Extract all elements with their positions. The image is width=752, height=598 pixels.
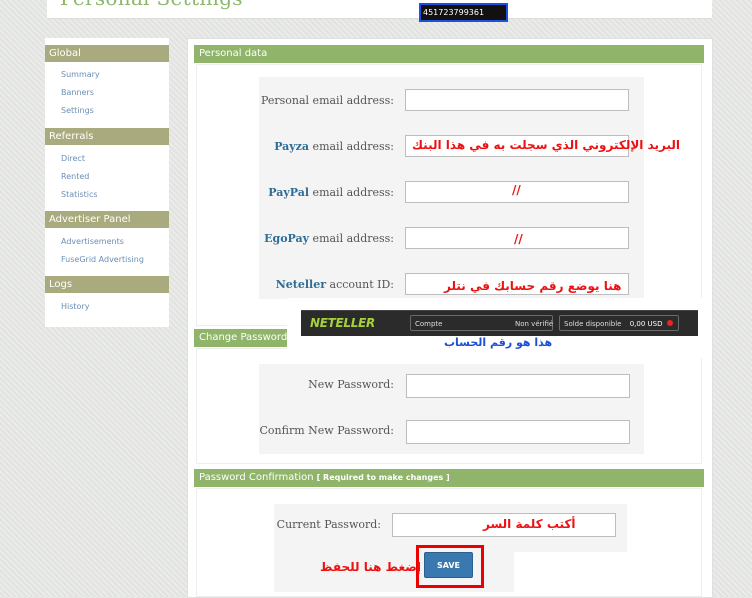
personal-email-input[interactable] bbox=[405, 89, 629, 111]
payza-annotation: البريد الإلكتروني الذي سجلت به في هذا ال… bbox=[412, 138, 681, 152]
sidebar-item-banners[interactable]: Banners bbox=[61, 88, 94, 97]
egopay-email-label: EgoPay email address: bbox=[264, 232, 394, 245]
confirm-password-label: Confirm New Password: bbox=[259, 424, 395, 437]
section-header-change-password: Change Password bbox=[194, 329, 294, 347]
personal-email-label: Personal email address: bbox=[260, 94, 394, 107]
page-title: Personal Settings bbox=[60, 0, 243, 10]
neteller-balance-pill: Solde disponible 0,00 USD bbox=[559, 315, 679, 331]
sidebar-item-rented[interactable]: Rented bbox=[61, 172, 89, 181]
neteller-id-label: Neteller account ID: bbox=[275, 278, 394, 291]
sidebar-item-direct[interactable]: Direct bbox=[61, 154, 85, 163]
sidebar-section-global: Global bbox=[45, 45, 169, 62]
save-button[interactable]: SAVE bbox=[424, 552, 473, 578]
egopay-annotation: // bbox=[514, 232, 523, 246]
neteller-account-pill: Compte Non vérifié bbox=[410, 315, 553, 331]
page-header: Personal Settings bbox=[47, 0, 712, 19]
sidebar-item-statistics[interactable]: Statistics bbox=[61, 190, 98, 199]
payza-brand: Payza bbox=[274, 140, 310, 153]
account-number-annotation: هذا هو رقم الحساب bbox=[444, 336, 553, 349]
payza-email-label: Payza email address: bbox=[274, 140, 394, 153]
paypal-brand: PayPal bbox=[268, 186, 310, 199]
neteller-logo: NETELLER bbox=[310, 316, 375, 330]
paypal-email-label: PayPal email address: bbox=[268, 186, 394, 199]
new-password-input[interactable] bbox=[406, 374, 630, 398]
password-annotation: أكتب كلمة السر bbox=[483, 517, 576, 531]
sidebar-item-advertisements[interactable]: Advertisements bbox=[61, 237, 124, 246]
current-password-label: Current Password: bbox=[276, 518, 381, 531]
paypal-annotation: // bbox=[512, 183, 521, 197]
neteller-annotation: هنا يوضع رقم حسابك في نتلر bbox=[444, 279, 622, 293]
required-note: [ Required to make changes ] bbox=[316, 473, 450, 482]
sidebar: Global Summary Banners Settings Referral… bbox=[45, 38, 169, 327]
neteller-account-number: 451723799361 bbox=[419, 3, 508, 22]
sidebar-item-fusegrid-advertising[interactable]: FuseGrid Advertising bbox=[61, 255, 144, 264]
egopay-brand: EgoPay bbox=[264, 232, 310, 245]
neteller-account-bar: NETELLER Compte Non vérifié Solde disponi… bbox=[301, 310, 698, 336]
sidebar-item-history[interactable]: History bbox=[61, 302, 89, 311]
section-header-personal-data: Personal data bbox=[194, 45, 704, 63]
sidebar-section-referrals: Referrals bbox=[45, 128, 169, 145]
save-annotation: إضغط هنا للحفظ bbox=[320, 560, 421, 574]
status-dot-icon bbox=[666, 320, 673, 326]
sidebar-item-summary[interactable]: Summary bbox=[61, 70, 100, 79]
confirm-password-input[interactable] bbox=[406, 420, 630, 444]
section-header-password-confirmation: Password Confirmation[ Required to make … bbox=[194, 469, 704, 487]
sidebar-section-advertiser-panel: Advertiser Panel bbox=[45, 211, 169, 228]
neteller-brand: Neteller bbox=[275, 278, 327, 291]
sidebar-section-logs: Logs bbox=[45, 276, 169, 293]
sidebar-item-settings[interactable]: Settings bbox=[61, 106, 94, 115]
new-password-label: New Password: bbox=[308, 378, 394, 391]
